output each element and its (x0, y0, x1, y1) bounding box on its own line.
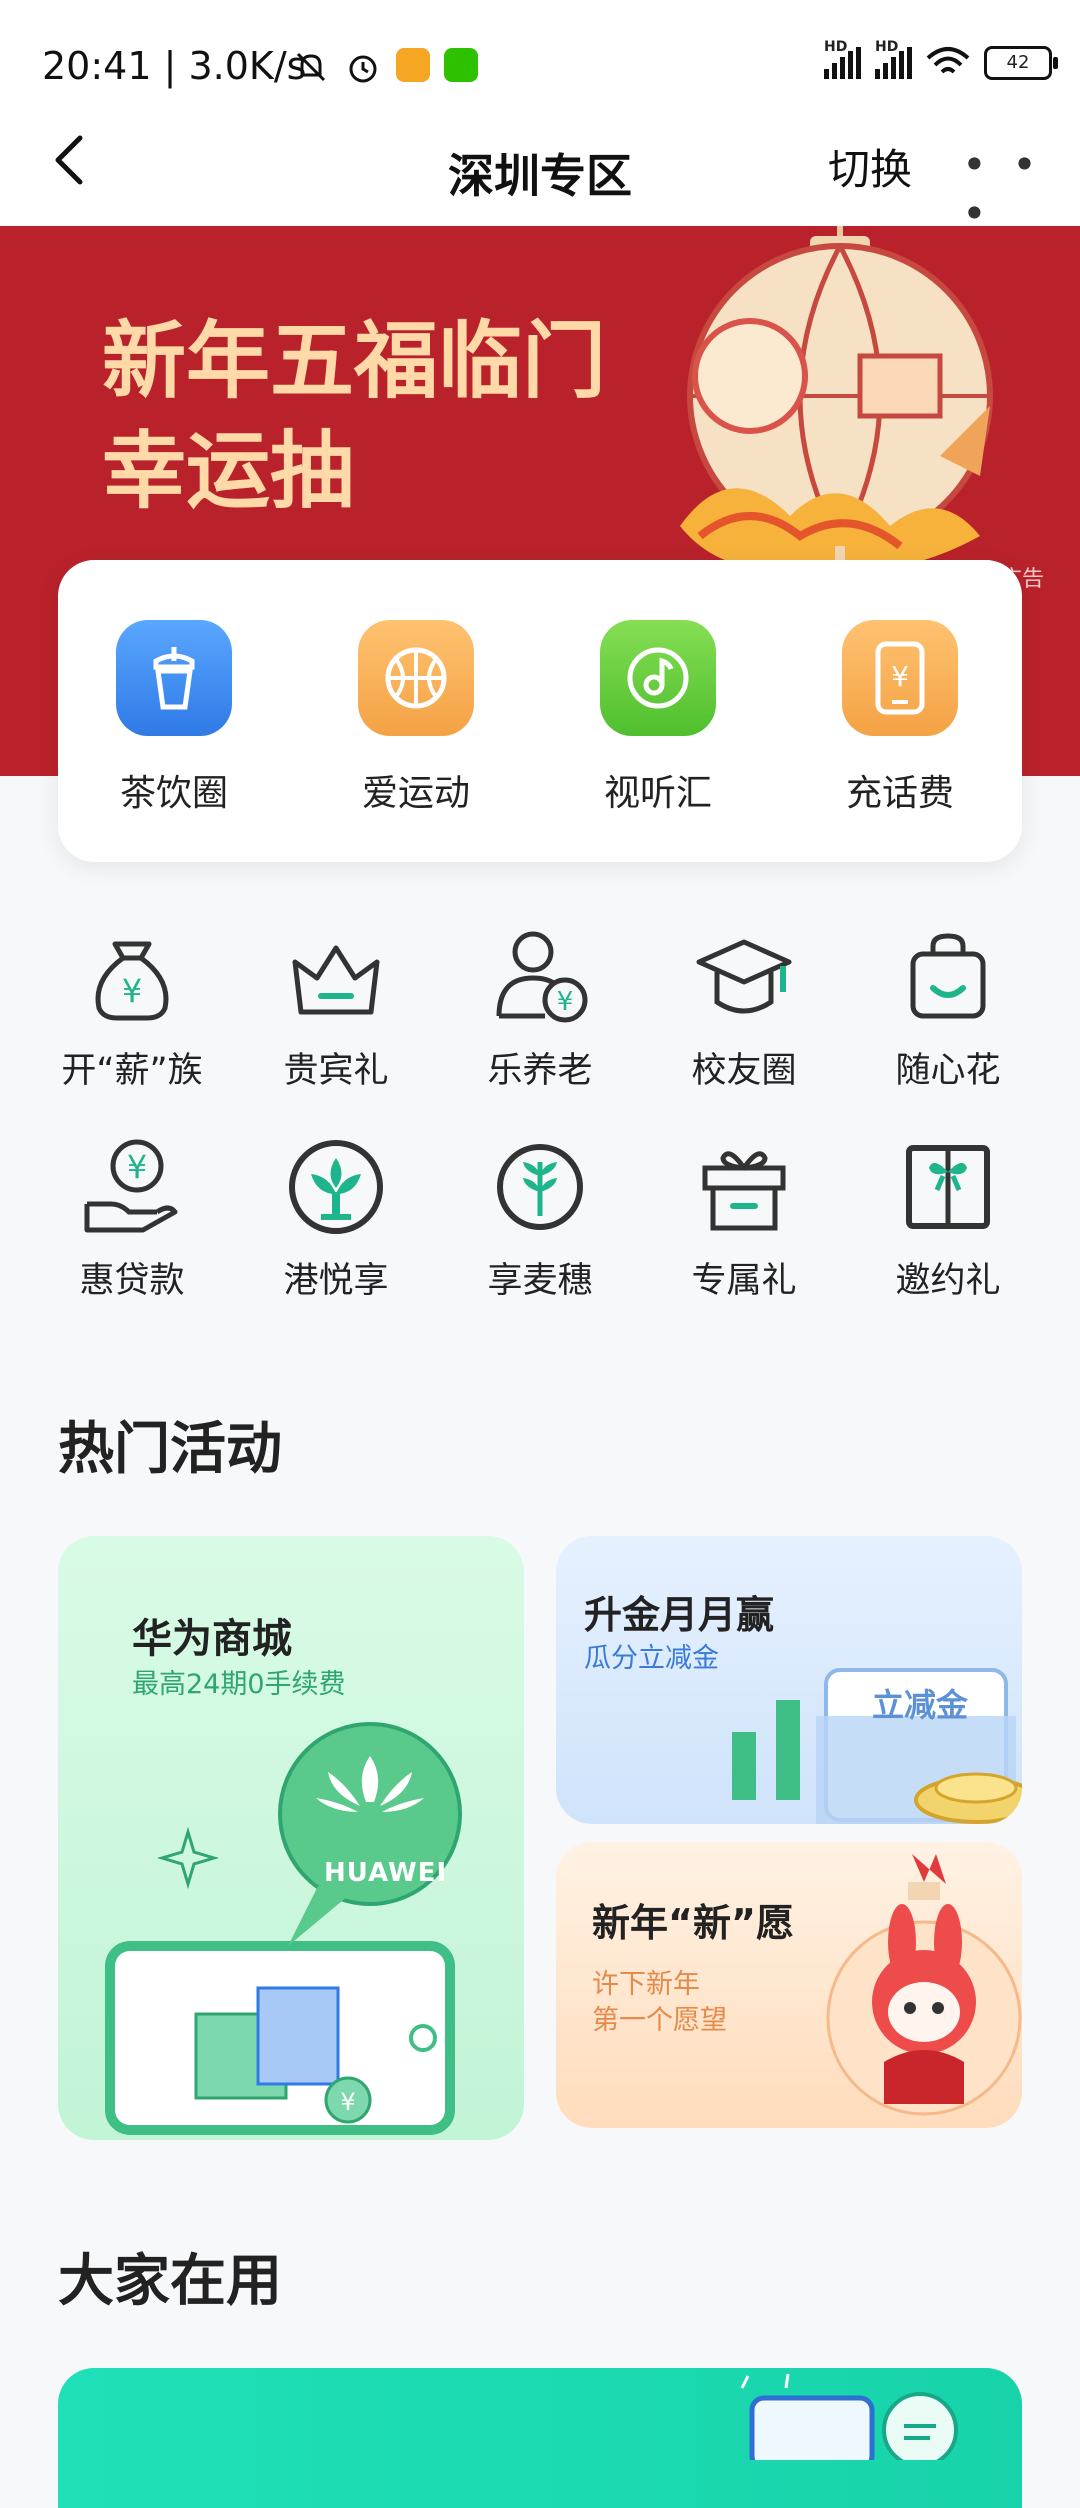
service-label: 贵宾礼 (283, 1051, 389, 1091)
service-label: 邀约礼 (895, 1261, 1001, 1301)
gold-badge-text: 立减金 (872, 1686, 969, 1724)
service-label: 随心花 (895, 1051, 1001, 1091)
quick-link-label: 爱运动 (361, 773, 470, 814)
service-exclusive-gift[interactable]: 专属礼 (642, 1132, 846, 1303)
quick-link-label: 充话费 (845, 773, 954, 814)
gift-box-icon (702, 1151, 786, 1231)
service-label: 校友圈 (691, 1051, 797, 1091)
battery-icon: 42 (984, 46, 1058, 80)
wifi-icon (926, 47, 970, 74)
quick-link-audio[interactable]: 视听汇 (568, 620, 748, 816)
phone-bill-icon: ¥ (842, 620, 958, 736)
hot-activities-title: 热门活动 (58, 1417, 282, 1482)
crown-icon (292, 945, 380, 1015)
tea-cup-icon (116, 620, 232, 736)
bauhinia-icon (289, 1140, 383, 1234)
status-right-group: HD HD 42 (824, 39, 1058, 80)
huawei-card-title: 华为商城 (132, 1616, 292, 1662)
quick-link-label: 茶饮圈 (119, 773, 228, 814)
service-label: 乐养老 (487, 1051, 593, 1091)
service-hk[interactable]: 港悦享 (234, 1132, 438, 1303)
service-loan[interactable]: ¥ 惠贷款 (30, 1132, 234, 1303)
service-kaixinzu[interactable]: ¥ 开“薪”族 (30, 922, 234, 1093)
service-label: 惠贷款 (79, 1261, 185, 1301)
huawei-mall-card[interactable]: 华为商城 最高24期0手续费 ¥ HUAWEI (58, 1536, 524, 2140)
person-yuan-icon: ¥ (496, 931, 588, 1023)
notification-app-icon (396, 48, 430, 82)
status-notification-icons (292, 48, 478, 86)
new-year-wish-card[interactable]: 新年“新”愿 许下新年 第一个愿望 (556, 1842, 1022, 2128)
basketball-icon (358, 620, 474, 736)
signal-1-icon: HD (824, 39, 861, 79)
quick-link-label: 视听汇 (603, 773, 712, 814)
service-pension[interactable]: ¥ 乐养老 (438, 922, 642, 1093)
svg-text:¥: ¥ (122, 972, 142, 1010)
svg-text:¥: ¥ (557, 987, 574, 1017)
mute-bell-icon (296, 52, 326, 82)
signal-2-icon: HD (875, 39, 912, 79)
hand-yuan-icon: ¥ (84, 1139, 178, 1233)
rabbit-illustration (826, 1854, 1022, 2116)
phone-illustration (740, 2373, 958, 2460)
page-title: 深圳专区 (448, 149, 632, 203)
wheat-icon (497, 1144, 583, 1230)
service-label: 专属礼 (691, 1261, 797, 1301)
service-label: 港悦享 (283, 1261, 389, 1301)
wish-card-subtitle-2: 第一个愿望 (592, 2005, 727, 2036)
graduation-cap-icon (696, 939, 792, 1014)
wechat-icon (444, 48, 478, 82)
service-invite-gift[interactable]: 邀约礼 (846, 1132, 1050, 1303)
service-alumni[interactable]: 校友圈 (642, 922, 846, 1093)
service-grid: ¥ 开“薪”族 贵宾礼 ¥ 乐养老 校友圈 随心花 ¥ 惠贷款 港悦享 享麦穗 … (30, 922, 1050, 1312)
service-label: 开“薪”族 (61, 1051, 203, 1091)
service-wheat[interactable]: 享麦穗 (438, 1132, 642, 1303)
quick-link-phone-bill[interactable]: ¥ 充话费 (810, 620, 990, 816)
wish-card-title: 新年“新”愿 (592, 1901, 794, 1945)
gold-monthly-card[interactable]: 升金月月赢 瓜分立减金 立减金 (556, 1536, 1022, 1824)
status-time: 20:41 | 3.0K/s (42, 44, 307, 88)
huawei-illustration: ¥ (105, 1722, 462, 2135)
popular-card[interactable] (58, 2368, 1022, 2508)
huawei-card-subtitle: 最高24期0手续费 (132, 1669, 346, 1700)
wish-card-subtitle-1: 许下新年 (592, 1969, 700, 2000)
svg-text:¥: ¥ (891, 660, 909, 693)
banner-title: 新年五福临门 幸运抽 (102, 312, 607, 520)
service-vip-gift[interactable]: 贵宾礼 (234, 922, 438, 1093)
money-bag-icon: ¥ (95, 941, 169, 1021)
service-label: 享麦穗 (487, 1261, 593, 1301)
gift-card-icon (906, 1145, 990, 1229)
service-suixinhua[interactable]: 随心花 (846, 922, 1050, 1093)
svg-text:¥: ¥ (127, 1148, 147, 1186)
quick-link-tea[interactable]: 茶饮圈 (84, 620, 264, 816)
more-options-icon[interactable]: • • • (962, 140, 1080, 238)
music-icon (600, 620, 716, 736)
shopping-bag-icon (910, 933, 986, 1019)
switch-button[interactable]: 切换 (828, 136, 912, 197)
huawei-brand-text: HUAWEI (324, 1858, 448, 1888)
quick-link-sports[interactable]: 爱运动 (326, 620, 506, 816)
quick-links-card: 茶饮圈 爱运动 视听汇 ¥ 充话费 (58, 560, 1022, 862)
alarm-icon (349, 55, 377, 83)
popular-title: 大家在用 (58, 2249, 282, 2314)
nav-bar: 深圳专区 切换 • • • (0, 100, 1080, 238)
svg-text:¥: ¥ (340, 2088, 355, 2116)
